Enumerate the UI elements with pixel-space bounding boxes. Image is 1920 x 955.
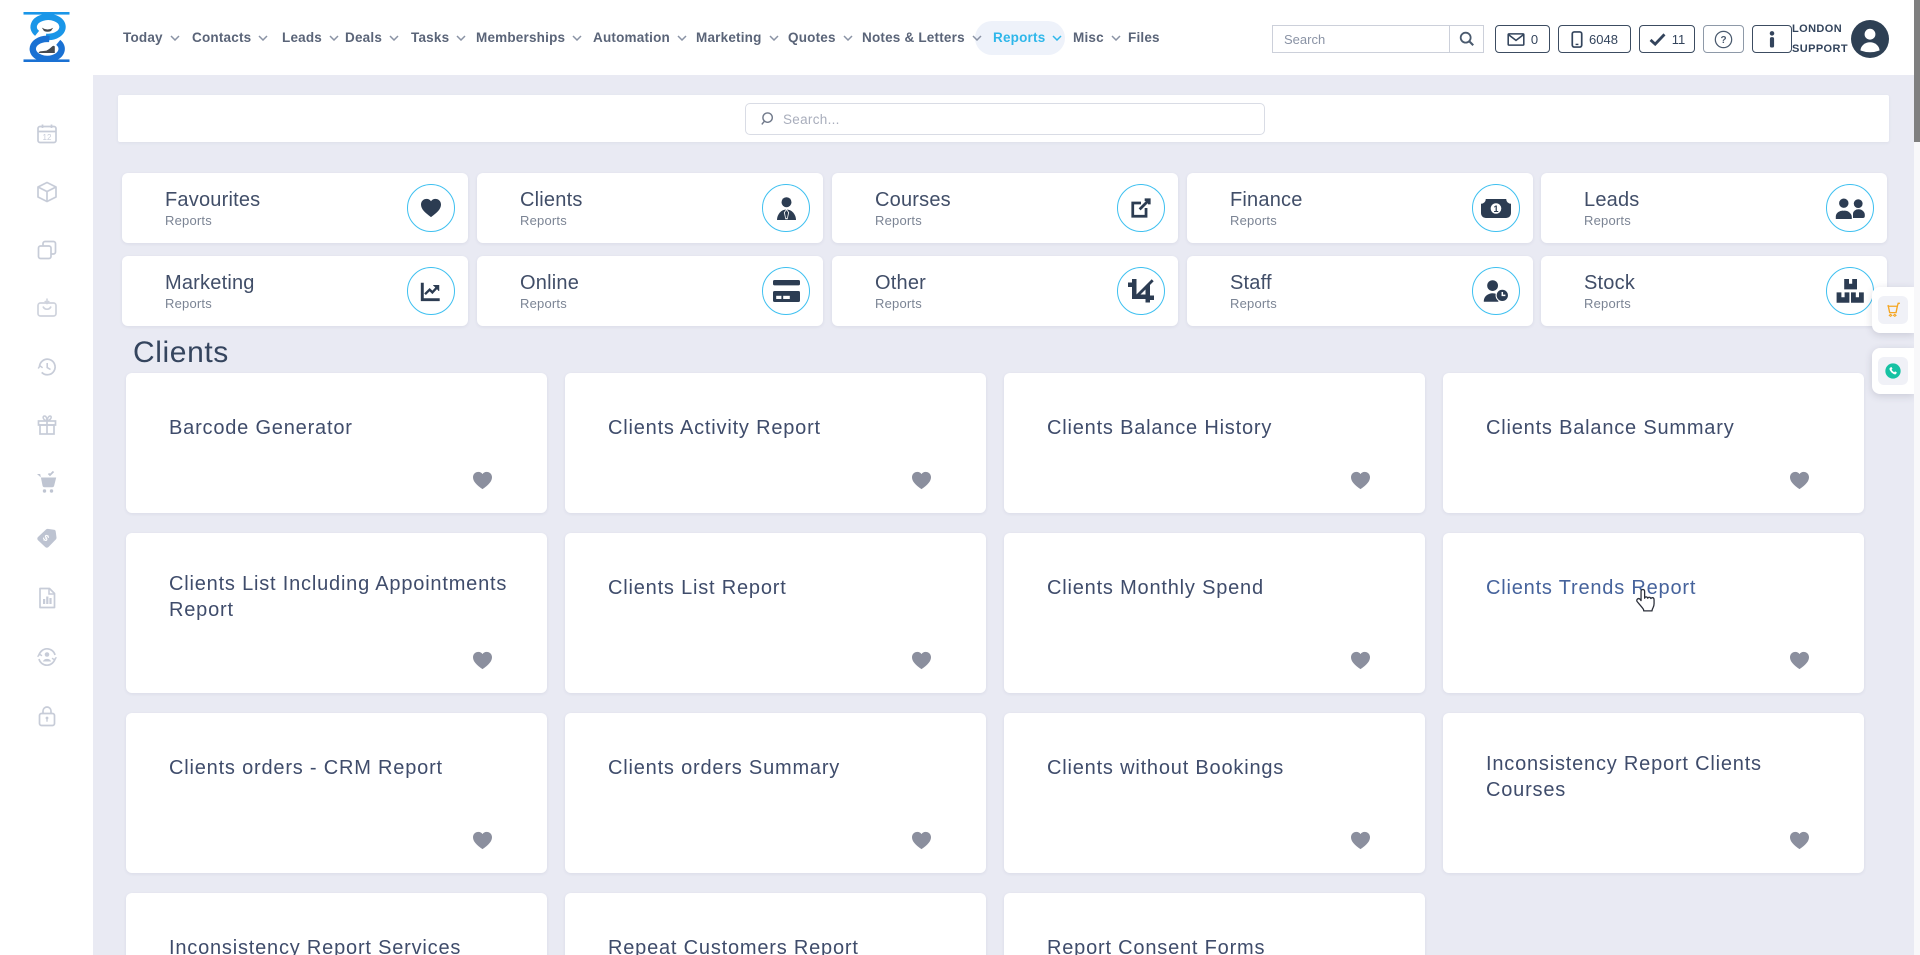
svg-text:1: 1 bbox=[1493, 203, 1498, 213]
svg-text:12: 12 bbox=[43, 133, 52, 142]
svg-text:?: ? bbox=[1720, 35, 1726, 46]
